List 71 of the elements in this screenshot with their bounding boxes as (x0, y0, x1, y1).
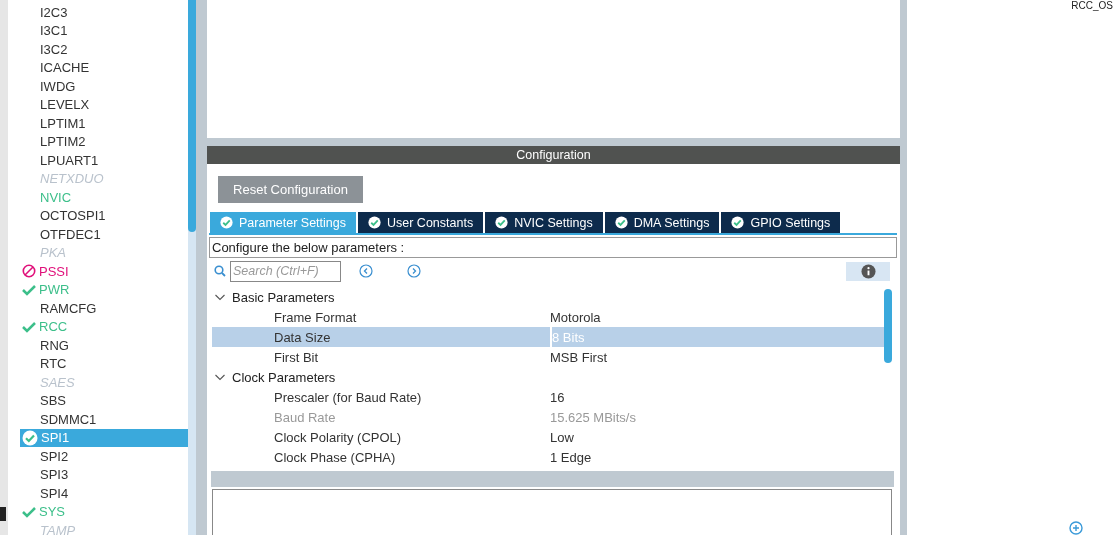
parameter-value: 16 (550, 388, 566, 407)
panel-handle[interactable] (0, 507, 6, 521)
check-icon (22, 320, 36, 333)
peripheral-item[interactable]: I2C3 (20, 3, 188, 22)
zoom-in-icon[interactable] (1069, 521, 1083, 535)
peripheral-item[interactable]: LPTIM2 (20, 132, 188, 151)
next-icon[interactable] (407, 264, 421, 278)
parameter-row[interactable]: First Bit MSB First (212, 347, 884, 367)
peripheral-item[interactable]: OTFDEC1 (20, 225, 188, 244)
parameter-row[interactable]: Prescaler (for Baud Rate) 16 (212, 387, 884, 407)
peripheral-item[interactable]: RAMCFG (20, 299, 188, 318)
group-label: Basic Parameters (232, 289, 335, 305)
search-icon (214, 265, 226, 277)
parameter-name: Data Size (273, 328, 332, 347)
peripheral-item[interactable]: LPTIM1 (20, 114, 188, 133)
parameter-name: Clock Phase (CPHA) (273, 448, 397, 467)
peripheral-item[interactable]: SPI3 (20, 465, 188, 484)
parameter-row[interactable]: Clock Phase (CPHA) 1 Edge (212, 447, 884, 467)
peripheral-item[interactable]: SPI4 (20, 484, 188, 503)
parameter-value: 15.625 MBits/s (550, 408, 637, 427)
parameter-row[interactable]: Data Size 8 Bits (212, 327, 884, 347)
check-circle-icon (614, 216, 628, 229)
pin-label: RCC_OS (1071, 0, 1113, 11)
peripheral-item[interactable]: ICACHE (20, 58, 188, 77)
parameter-name: Prescaler (for Baud Rate) (273, 388, 423, 407)
check-circle-icon (220, 216, 233, 229)
settings-tab[interactable]: GPIO Settings (721, 212, 841, 233)
check-icon (22, 505, 36, 518)
peripheral-item[interactable]: SPI2 (20, 447, 188, 466)
search-field[interactable]: Search (Ctrl+F) (230, 260, 341, 282)
parameter-value: MSB First (550, 348, 609, 367)
parameter-name: Frame Format (273, 308, 358, 327)
peripheral-item[interactable]: I3C1 (20, 21, 188, 40)
description-text: Configure the below parameters : (209, 237, 897, 258)
settings-tab[interactable]: User Constants (358, 212, 484, 233)
splitter-bar[interactable] (211, 471, 894, 487)
prohibited-icon (22, 264, 36, 279)
splitter-bar[interactable] (900, 0, 907, 535)
scrollbar-thumb[interactable] (188, 0, 196, 232)
check-circle-icon (22, 429, 38, 446)
parameter-value: 1 Edge (550, 448, 593, 467)
peripheral-item[interactable]: OCTOSPI1 (20, 206, 188, 225)
parameter-name: First Bit (273, 348, 320, 367)
parameter-value: Low (550, 428, 575, 447)
parameter-name: Clock Polarity (CPOL) (273, 428, 403, 447)
previous-icon[interactable] (359, 264, 373, 278)
configuration-header: Configuration (207, 146, 900, 164)
settings-tab[interactable]: NVIC Settings (485, 212, 603, 233)
check-circle-icon (731, 216, 745, 229)
peripheral-item[interactable]: RTC (20, 354, 188, 373)
peripheral-item[interactable]: SDMMC1 (20, 410, 188, 429)
group-label: Clock Parameters (232, 369, 336, 385)
scrollbar-thumb[interactable] (884, 289, 892, 363)
settings-tab[interactable]: DMA Settings (604, 212, 720, 233)
peripheral-item[interactable]: I3C2 (20, 40, 188, 59)
peripheral-item[interactable]: SBS (20, 391, 188, 410)
splitter-bar[interactable] (196, 0, 207, 535)
peripheral-item[interactable]: RNG (20, 336, 188, 355)
parameter-value: Motorola (550, 308, 602, 327)
check-icon (22, 283, 36, 296)
parameter-row[interactable]: Frame Format Motorola (212, 307, 884, 327)
parameter-name: Baud Rate (273, 408, 337, 427)
peripheral-item[interactable]: PSSI (20, 262, 188, 281)
info-button[interactable] (846, 261, 890, 281)
check-circle-icon (495, 216, 509, 229)
peripheral-item[interactable]: LPUART1 (20, 151, 188, 170)
peripheral-item[interactable]: LEVELX (20, 95, 188, 114)
parameter-row[interactable]: Clock Polarity (CPOL) Low (212, 427, 884, 447)
peripheral-item[interactable]: IWDG (20, 77, 188, 96)
check-circle-icon (368, 216, 381, 229)
info-icon (860, 263, 876, 279)
